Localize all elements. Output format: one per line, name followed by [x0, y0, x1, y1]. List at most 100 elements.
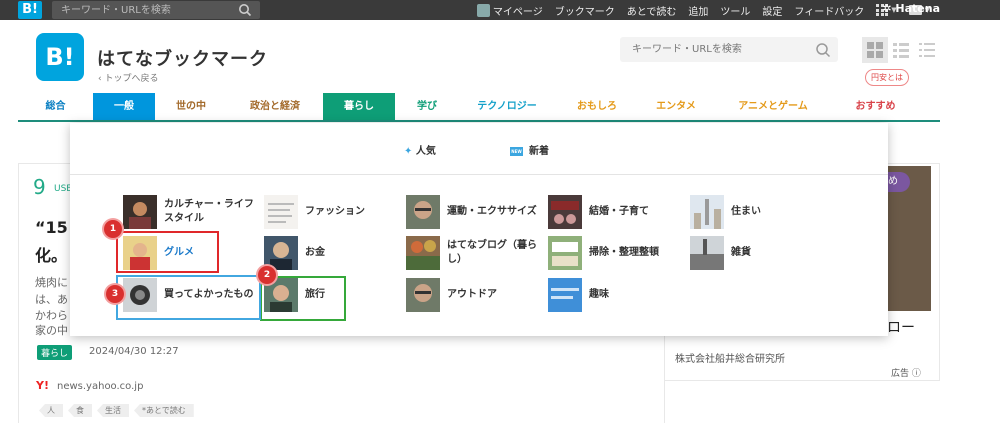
subcategory-culture-lifestyle[interactable]: カルチャー・ライフ スタイル	[123, 195, 254, 229]
nav-settings[interactable]: 設定	[762, 3, 782, 18]
entry-excerpt-line: は、あ	[35, 293, 68, 306]
list-view-button[interactable]	[888, 37, 914, 63]
tab-life[interactable]: 暮らし	[323, 93, 395, 120]
thumbnail-image	[406, 195, 440, 229]
search-icon[interactable]	[815, 42, 831, 58]
user-avatar-icon	[476, 3, 490, 17]
subcategory-cleaning-organizing[interactable]: 掃除・整理整頓	[548, 236, 659, 270]
entry-title[interactable]: “15	[35, 215, 68, 241]
popular-link[interactable]: ✦ 人気	[404, 142, 436, 157]
view-switcher	[862, 37, 940, 63]
nav-tools[interactable]: ツール	[720, 3, 750, 18]
global-search-input[interactable]	[52, 1, 232, 19]
back-to-top-link[interactable]: ‹ トップへ戻る	[98, 71, 158, 84]
entry-tags: 人 食 生活 *あとで読む	[39, 404, 194, 417]
tab-recommended[interactable]: おすすめ	[833, 93, 918, 120]
nav-bookmark[interactable]: ブックマーク	[555, 3, 615, 18]
hatena-bookmark-logo[interactable]: B!	[36, 33, 84, 81]
nav-feedback[interactable]: フィードバック	[794, 3, 864, 18]
hatena-brand-link[interactable]: ✲ Hatena	[882, 2, 940, 15]
subcategory-goods[interactable]: 雑貨	[690, 236, 751, 270]
thumbnail-image	[548, 195, 582, 229]
tag-item[interactable]: 人	[39, 404, 63, 417]
subcategory-label: お金	[305, 247, 325, 258]
subcategory-label: 雑貨	[731, 247, 751, 258]
thumbnail-image	[406, 278, 440, 312]
tag-item[interactable]: 生活	[97, 404, 129, 417]
global-search[interactable]	[52, 1, 260, 19]
subcategory-housing[interactable]: 住まい	[690, 195, 761, 229]
ad-label-text: 広告	[891, 369, 910, 379]
tab-learning[interactable]: 学び	[395, 93, 459, 120]
search-icon[interactable]	[238, 3, 252, 17]
highlight-box-green	[260, 276, 346, 321]
subcategory-label: カルチャー・ライフ スタイル	[164, 198, 254, 226]
subcategory-exercise[interactable]: 運動・エクササイズ	[406, 195, 537, 229]
thumbnail-image	[123, 195, 157, 229]
newest-link[interactable]: NEW 新着	[510, 142, 549, 157]
annotation-marker-2: 2	[258, 266, 276, 284]
subcategory-fashion[interactable]: ファッション	[264, 195, 365, 229]
grid-view-button[interactable]	[862, 37, 888, 63]
subcategory-label: 運動・エクササイズ	[447, 206, 537, 217]
nav-mypage-label: マイページ	[492, 6, 543, 18]
thumbnail-image	[548, 236, 582, 270]
sparkle-icon: ✦	[404, 146, 416, 157]
thumbnail-image	[690, 236, 724, 270]
newest-label: 新着	[529, 146, 549, 157]
tag-item[interactable]: 食	[68, 404, 92, 417]
entry-category-badge[interactable]: 暮らし	[37, 345, 73, 360]
nav-mypage[interactable]: マイページ	[476, 3, 543, 18]
subcategory-label: ファッション	[305, 206, 365, 217]
subcategory-outdoor[interactable]: アウトドア	[406, 278, 497, 312]
subcategory-marriage-parenting[interactable]: 結婚・子育て	[548, 195, 649, 229]
tab-politics-economy[interactable]: 政治と経済	[227, 93, 323, 120]
subcategory-label-line: し）	[447, 254, 467, 265]
subcategory-label: 趣味	[589, 289, 609, 300]
hatena-star-icon: ✲	[882, 2, 896, 15]
main-search-input[interactable]	[620, 37, 810, 62]
thumbnail-image	[264, 195, 298, 229]
yahoo-news-icon: Y!	[36, 379, 49, 392]
tab-society[interactable]: 世の中	[155, 93, 227, 120]
info-icon: ⓘ	[909, 369, 921, 379]
nav-read-later[interactable]: あとで読む	[627, 3, 677, 18]
bookmark-count[interactable]: 9	[33, 175, 46, 199]
ad-title-fragment[interactable]: ロー	[887, 317, 915, 337]
grid-view-icon	[867, 42, 883, 58]
popular-label: 人気	[415, 146, 436, 157]
entry-source-domain[interactable]: news.yahoo.co.jp	[57, 381, 143, 392]
new-icon: NEW	[510, 146, 523, 156]
tag-item[interactable]: *あとで読む	[134, 404, 194, 417]
global-nav: マイページ ブックマーク あとで読む 追加 ツール 設定 フィードバック ▼ ▼	[476, 0, 930, 20]
subcategory-money[interactable]: お金	[264, 236, 325, 270]
subcategory-hobbies[interactable]: 趣味	[548, 278, 609, 312]
subcategory-label: アウトドア	[447, 289, 497, 300]
subcategory-label-line: カルチャー・ライフ	[164, 199, 254, 210]
nav-add[interactable]: 追加	[688, 3, 708, 18]
trending-keyword-badge[interactable]: 円安とは	[865, 69, 909, 86]
compact-view-button[interactable]	[914, 37, 940, 63]
tab-anime-games[interactable]: アニメとゲーム	[713, 93, 833, 120]
tab-interesting[interactable]: おもしろ	[555, 93, 639, 120]
tab-all[interactable]: 総合	[18, 93, 93, 120]
site-title[interactable]: はてなブックマーク	[97, 45, 268, 71]
thumbnail-image	[548, 278, 582, 312]
hatena-bookmark-mini-logo[interactable]: B!	[18, 1, 42, 19]
entry-excerpt-line: かわら	[35, 309, 68, 322]
ad-label[interactable]: 広告 ⓘ	[891, 366, 921, 379]
tab-entertainment[interactable]: エンタメ	[639, 93, 713, 120]
subcategory-hatena-blog-life[interactable]: はてなブログ（暮ら し）	[406, 236, 537, 270]
main-search[interactable]	[620, 37, 838, 62]
entry-excerpt-line: 焼肉に	[35, 276, 68, 289]
hatena-brand-label: Hatena	[895, 2, 940, 15]
thumbnail-image	[264, 236, 298, 270]
entry-date: 2024/04/30 12:27	[89, 346, 179, 357]
ad-sponsor: 株式会社船井総合研究所	[675, 354, 785, 365]
entry-title-line2[interactable]: 化。	[35, 242, 67, 266]
compact-list-icon	[919, 43, 935, 57]
tab-general[interactable]: 一般	[93, 93, 155, 120]
tab-technology[interactable]: テクノロジー	[459, 93, 555, 120]
category-tabs: 総合 一般 世の中 政治と経済 暮らし 学び テクノロジー おもしろ エンタメ …	[18, 93, 940, 122]
annotation-marker-1: 1	[104, 220, 122, 238]
